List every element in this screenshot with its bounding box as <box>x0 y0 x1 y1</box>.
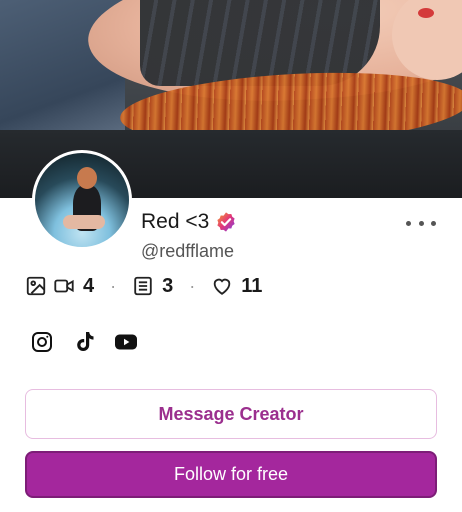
youtube-icon[interactable] <box>114 330 138 354</box>
video-icon <box>53 275 75 297</box>
profile-stats: 4 · 3 · 11 <box>25 273 262 299</box>
display-name-text: Red <3 <box>141 210 210 233</box>
posts-count: 3 <box>162 274 174 297</box>
stats-separator: · <box>189 275 196 296</box>
username-handle: @redfflame <box>141 241 234 261</box>
instagram-icon[interactable] <box>30 330 54 354</box>
stats-separator: · <box>110 275 117 296</box>
posts-icon <box>132 275 154 297</box>
display-name: Red <3 <box>141 210 237 234</box>
media-count: 4 <box>83 274 95 297</box>
more-options-button[interactable] <box>406 213 436 233</box>
tiktok-icon[interactable] <box>72 330 96 354</box>
avatar[interactable] <box>32 150 132 250</box>
follow-button[interactable]: Follow for free <box>25 451 437 498</box>
heart-icon <box>211 275 233 297</box>
likes-count: 11 <box>241 274 263 297</box>
message-creator-button[interactable]: Message Creator <box>25 389 437 439</box>
verified-badge-icon <box>215 211 237 233</box>
image-icon <box>25 275 47 297</box>
social-links <box>30 330 156 354</box>
